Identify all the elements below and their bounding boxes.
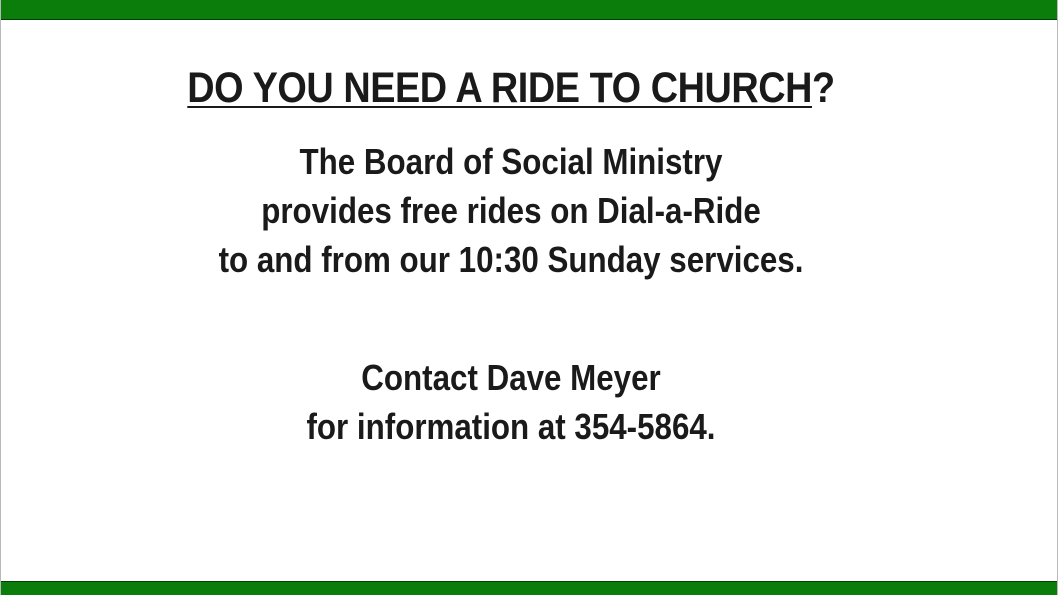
- description-line-1: The Board of Social Ministry: [299, 141, 723, 182]
- top-accent-bar: [1, 0, 1057, 20]
- announcement-slide: DO YOU NEED A RIDE TO CHURCH? The Board …: [0, 0, 1058, 595]
- contact-line-1: Contact Dave Meyer: [361, 357, 661, 398]
- contact-line-2: for information at 354-5864.: [306, 406, 716, 447]
- slide-title: DO YOU NEED A RIDE TO CHURCH?: [62, 60, 960, 116]
- ministry-description: The Board of Social Ministry provides fr…: [67, 137, 954, 284]
- bottom-accent-bar: [1, 581, 1057, 595]
- slide-title-question-mark: ?: [812, 64, 835, 112]
- contact-info: Contact Dave Meyer for information at 35…: [67, 353, 954, 451]
- description-line-3: to and from our 10:30 Sunday services.: [218, 239, 804, 280]
- slide-title-underlined: DO YOU NEED A RIDE TO CHURCH: [187, 64, 813, 112]
- description-line-2: provides free rides on Dial-a-Ride: [261, 190, 761, 231]
